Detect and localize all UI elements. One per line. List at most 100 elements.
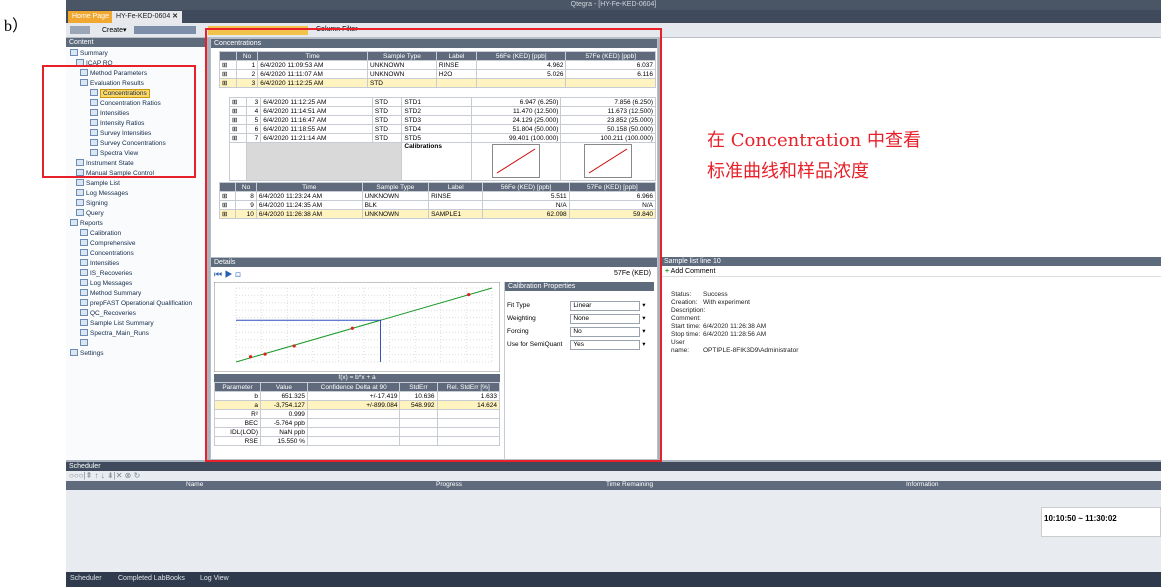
tree-item-20[interactable]: Concentrations	[80, 249, 134, 259]
sample-info-lines: Status: Success Creation: With experiment De…	[671, 291, 1161, 355]
tree-item-icon	[80, 289, 88, 296]
scheduler-toolbar-icons[interactable]: ○○○|⇞ ↑ ↓ ⇟|✕ ⊗ ↻	[66, 471, 1161, 481]
figure-label: b）	[4, 18, 29, 35]
tree-item-26[interactable]: QC_Recoveries	[80, 309, 136, 319]
tree-item-15[interactable]: Signing	[76, 199, 108, 209]
info-key: Comment:	[671, 315, 701, 322]
annotation-line-2: 标准曲线和样品浓度	[707, 161, 869, 182]
content-header: Content	[66, 38, 205, 47]
bottom-taskbar: Scheduler Completed LabBooks Log View	[66, 572, 1161, 587]
tree-item-icon	[80, 329, 88, 336]
tree-item-label: Intensities	[90, 260, 120, 267]
tree-item-icon	[80, 299, 88, 306]
tree-item-icon	[80, 319, 88, 326]
tree-item-icon	[80, 239, 88, 246]
tree-item-icon	[70, 349, 78, 356]
notification-time: 10:10:50 ~ 11:30:02	[1044, 514, 1117, 523]
tree-item-label: Query	[86, 210, 104, 217]
tree-item-27[interactable]: Sample List Summary	[80, 319, 154, 329]
tree-item-label: Calibration	[90, 230, 122, 237]
tree-item-icon	[76, 179, 84, 186]
info-line: Comment:	[671, 315, 1161, 323]
tree-item-label: Settings	[80, 350, 104, 357]
annotation-line-1: 在 Concentration 中查看	[707, 130, 921, 151]
tree-item-30[interactable]: Settings	[70, 349, 104, 359]
taskbar-completed-labbooks[interactable]: Completed LabBooks	[118, 575, 185, 582]
tree-item-13[interactable]: Sample List	[76, 179, 120, 189]
tree-item-28[interactable]: Spectra_Main_Runs	[80, 329, 149, 339]
scheduler-col-0: Name	[186, 481, 204, 488]
taskbar-scheduler[interactable]: Scheduler	[70, 575, 102, 582]
tree-item-label: prepFAST Operational Qualification	[90, 300, 193, 307]
info-value: Success	[703, 291, 728, 298]
taskbar-log-view[interactable]: Log View	[200, 575, 229, 582]
tree-item-icon	[76, 189, 84, 196]
info-key: Stop time:	[671, 331, 701, 338]
tree-item-label: QC_Recoveries	[90, 310, 136, 317]
tree-item-label: Reports	[80, 220, 103, 227]
info-line: Status: Success	[671, 291, 1161, 299]
notification-popup[interactable]: 10:10:50 ~ 11:30:02	[1041, 507, 1161, 537]
sample-info-header: Sample list line 10	[661, 257, 1161, 266]
tree-item-label: Log Messages	[86, 190, 129, 197]
info-value: With experiment	[703, 299, 750, 306]
close-tab-icon[interactable]: ✕	[172, 13, 178, 20]
tree-item-icon	[76, 209, 84, 216]
tab-home-page[interactable]: Home Page	[68, 11, 113, 23]
info-value: 6/4/2020 11:28:56 AM	[703, 331, 767, 338]
info-line: Stop time: 6/4/2020 11:28:56 AM	[671, 331, 1161, 339]
tree-item-icon	[80, 309, 88, 316]
tree-item-icon	[80, 339, 88, 346]
title-bar: Qtegra - [HY-Fe-KED-0604]	[66, 0, 1161, 10]
tree-item-icon	[80, 259, 88, 266]
tree-item-icon	[80, 229, 88, 236]
tree-item-18[interactable]: Calibration	[80, 229, 121, 239]
info-line: User name: OPTIPLE-8FIK3D9\Administrator	[671, 339, 1161, 355]
tree-item-icon	[70, 49, 78, 56]
info-value: OPTIPLE-8FIK3D9\Administrator	[703, 347, 799, 354]
info-line: Start time: 6/4/2020 11:26:38 AM	[671, 323, 1161, 331]
tree-item-label: Concentrations	[90, 250, 134, 257]
info-key: Start time:	[671, 323, 701, 330]
tree-item-22[interactable]: IS_Recoveries	[80, 269, 132, 279]
tree-item-19[interactable]: Comprehensive	[80, 239, 136, 249]
tree-item-16[interactable]: Query	[76, 209, 104, 219]
tree-item-label: Comprehensive	[90, 240, 136, 247]
document-tab-bar: Home Page HY-Fe-KED-0604 ✕	[66, 10, 1161, 23]
create-button[interactable]: Create▾	[102, 26, 127, 34]
info-value: 6/4/2020 11:26:38 AM	[703, 323, 767, 330]
scheduler-header: Scheduler	[66, 462, 1161, 471]
tree-item-label: Spectra_Main_Runs	[90, 330, 149, 337]
tree-item-21[interactable]: Intensities	[80, 259, 119, 269]
tree-item-icon	[80, 279, 88, 286]
tree-item-14[interactable]: Log Messages	[76, 189, 128, 199]
scheduler-columns: Name Progress Time Remaining Information	[66, 481, 1161, 490]
info-key: Status:	[671, 291, 692, 298]
tab-document[interactable]: HY-Fe-KED-0604 ✕	[112, 11, 183, 23]
sample-info-pane: Sample list line 10 + Add Comment Status…	[660, 257, 1161, 460]
tree-item-29[interactable]	[80, 339, 90, 349]
add-comment-label: Add Comment	[670, 268, 716, 275]
toolbar-icons-left[interactable]	[70, 26, 90, 34]
tree-item-label: Sample List	[86, 180, 120, 187]
tree-item-icon	[80, 249, 88, 256]
info-line: Creation: With experiment	[671, 299, 1161, 307]
tree-item-icon	[80, 269, 88, 276]
info-key: Creation:	[671, 299, 698, 306]
tree-item-label: IS_Recoveries	[90, 270, 133, 277]
toolbar-icons-mid[interactable]	[134, 26, 196, 34]
tree-item-0[interactable]: Summary	[70, 49, 108, 59]
add-comment-button[interactable]: + Add Comment	[661, 266, 1161, 277]
tree-item-24[interactable]: Method Summary	[80, 289, 141, 299]
highlight-concentrations	[205, 28, 662, 462]
scheduler-col-1: Progress	[436, 481, 463, 488]
tree-item-17[interactable]: Reports	[70, 219, 103, 229]
doc-tab-label: HY-Fe-KED-0604	[116, 13, 171, 20]
tree-item-23[interactable]: Log Messages	[80, 279, 132, 289]
plus-icon: +	[665, 268, 670, 275]
annotation-text: 在 Concentration 中查看 标准曲线和样品浓度	[707, 125, 921, 187]
info-key: User name:	[671, 339, 690, 354]
tree-item-25[interactable]: prepFAST Operational Qualification	[80, 299, 192, 309]
scheduler-col-2: Time Remaining	[606, 481, 654, 488]
tree-item-label: Signing	[86, 200, 108, 207]
